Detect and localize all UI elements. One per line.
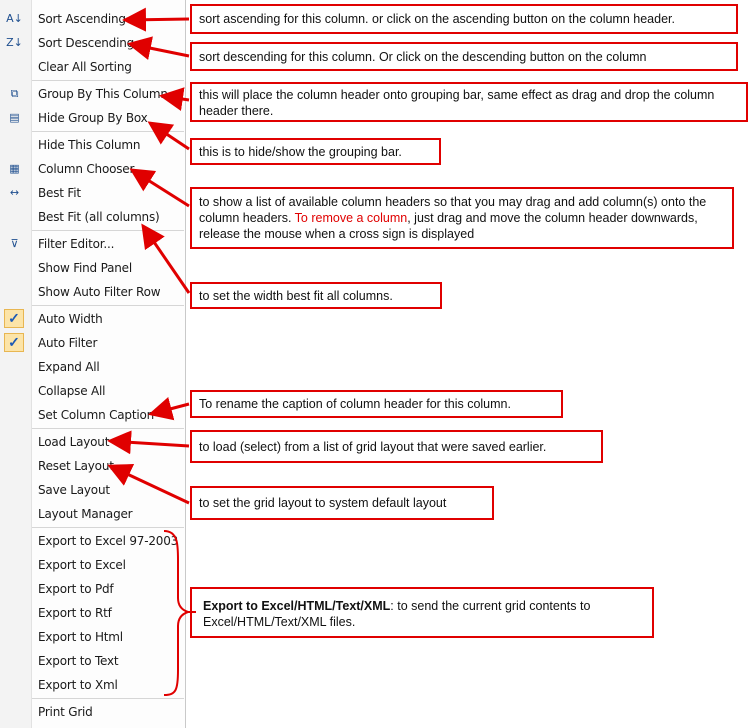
arrow-hide-group-box bbox=[147, 121, 190, 151]
arrow-reset-layout bbox=[107, 464, 190, 505]
arrow-sort-ascending bbox=[122, 7, 190, 32]
export-brace bbox=[163, 530, 192, 696]
arrow-group-by bbox=[159, 87, 190, 111]
arrow-sort-descending bbox=[127, 36, 190, 60]
arrow-set-caption bbox=[148, 397, 190, 421]
arrow-column-chooser bbox=[129, 168, 190, 208]
annotation-arrows bbox=[107, 7, 196, 696]
arrow-load-layout bbox=[107, 430, 190, 455]
arrow-best-fit-all bbox=[141, 223, 191, 294]
